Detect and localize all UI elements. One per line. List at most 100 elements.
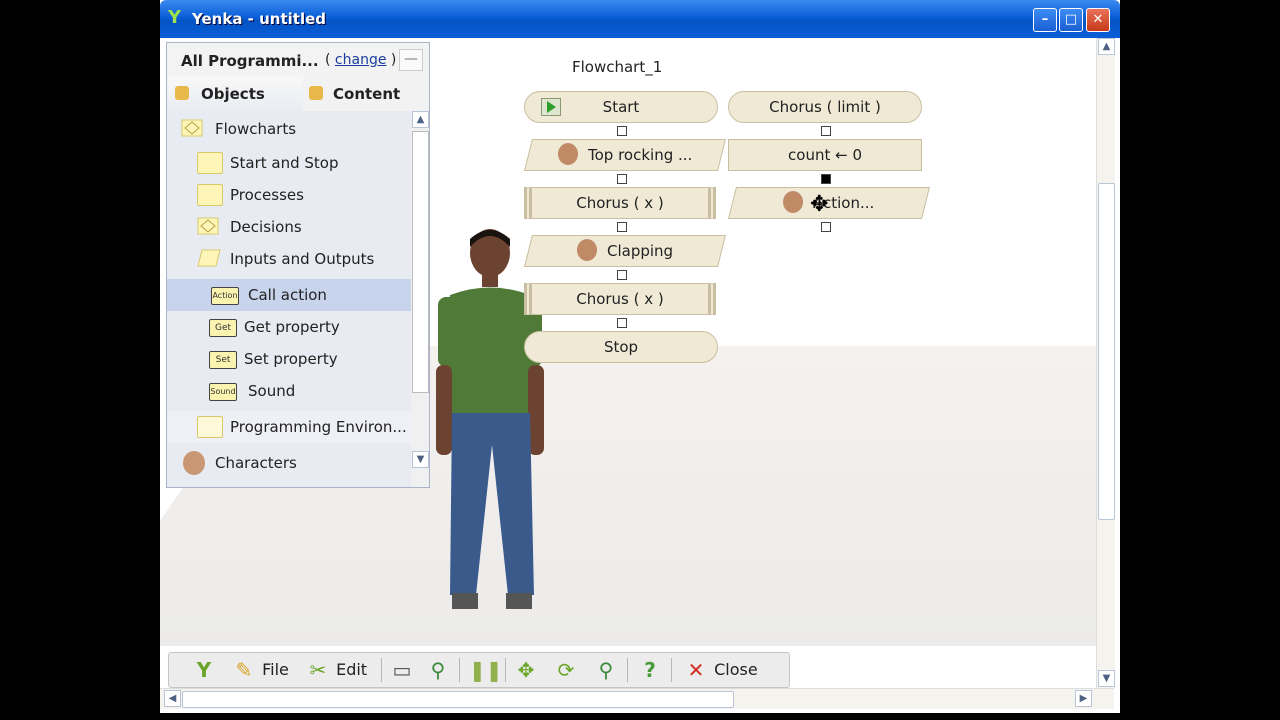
title-bar[interactable]: Y Yenka - untitled – □ ✕ (160, 0, 1120, 38)
flow-node-top-rocking[interactable]: Top rocking ... (524, 139, 726, 171)
change-wrapper: ( change ) (325, 52, 396, 68)
minimize-button[interactable]: – (1033, 8, 1057, 32)
connector[interactable] (617, 318, 627, 328)
tree-label: Start and Stop (230, 154, 339, 172)
tree-item-set-property[interactable]: Set Set property (167, 343, 411, 375)
flow-node-chorus-call-1[interactable]: Chorus ( x ) (524, 187, 716, 219)
tree-label: Processes (230, 186, 304, 204)
help-icon: ? (644, 658, 656, 682)
save-button[interactable]: ▭ (389, 657, 415, 683)
tree-item-processes[interactable]: Processes (167, 179, 411, 211)
help-button[interactable]: ? (637, 657, 663, 683)
toolbar-separator (671, 658, 672, 682)
horizontal-scrollbar[interactable]: ◀ ▶ (160, 688, 1114, 709)
tree-item-inputs-and-outputs[interactable]: Inputs and Outputs (167, 243, 411, 275)
tree-item-start-and-stop[interactable]: Start and Stop (167, 147, 411, 179)
flow-node-start[interactable]: Start (524, 91, 718, 123)
tree-item-characters[interactable]: Characters (167, 447, 411, 479)
sound-tag-icon: Sound (209, 383, 237, 401)
zoom-in-icon: ⚲ (430, 658, 446, 682)
magnifier-icon: ⚲ (598, 658, 614, 682)
zoom-button[interactable]: ⚲ (593, 657, 619, 683)
move-icon: ✥ (517, 658, 535, 682)
tree-label: Flowcharts (215, 120, 297, 138)
tree-label: Inputs and Outputs (230, 250, 375, 268)
tree-scroll-thumb[interactable] (412, 131, 429, 393)
pan-button[interactable]: ✥ (513, 657, 539, 683)
connector[interactable] (617, 270, 627, 280)
tree-item-get-property[interactable]: Get Get property (167, 311, 411, 343)
pencil-icon: ✎ (235, 658, 253, 682)
flowchart-folder-icon (181, 119, 203, 137)
flow-node-chorus-call-2[interactable]: Chorus ( x ) (524, 283, 716, 315)
scissors-icon: ✂ (309, 658, 327, 682)
paren-close: ) (390, 52, 397, 68)
object-tree: Flowcharts Start and Stop Processes Deci… (167, 111, 411, 487)
scroll-down-icon[interactable]: ▼ (1098, 670, 1115, 687)
tree-label: Get property (244, 318, 340, 336)
play-icon[interactable] (541, 98, 561, 116)
maximize-button[interactable]: □ (1059, 8, 1083, 32)
tree-item-decisions[interactable]: Decisions (167, 211, 411, 243)
connector[interactable] (821, 126, 831, 136)
toolbar-separator (381, 658, 382, 682)
tab-label: Content (333, 85, 401, 103)
scroll-up-icon[interactable]: ▲ (412, 111, 429, 128)
lock-icon (309, 86, 323, 100)
edit-button[interactable]: ✂ Edit (305, 657, 367, 683)
flow-node-chorus-limit[interactable]: Chorus ( limit ) (728, 91, 922, 123)
file-label: File (262, 660, 289, 679)
character-face-icon (557, 142, 578, 165)
yenka-menu-button[interactable]: Y (191, 657, 217, 683)
file-button[interactable]: ✎ File (231, 657, 289, 683)
tab-content[interactable]: Content (303, 77, 429, 111)
panel-header: All Programmi... ( change ) — (167, 43, 429, 77)
tree-item-sound[interactable]: Sound Sound (167, 375, 411, 407)
yenka-logo-icon: Y (168, 7, 182, 28)
node-label: Clapping (606, 242, 674, 260)
edit-label: Edit (336, 660, 368, 679)
flow-node-action[interactable]: Action... (728, 187, 930, 219)
tree-item-call-action[interactable]: Action Call action (167, 279, 411, 311)
folder-icon (197, 416, 223, 438)
library-name: All Programmi... (181, 52, 319, 70)
flowchart-title: Flowchart_1 (572, 58, 663, 76)
flow-node-stop[interactable]: Stop (524, 331, 718, 363)
close-button[interactable]: ✕ Close (683, 657, 758, 683)
flow-node-count-assign[interactable]: count ← 0 (728, 139, 922, 171)
set-tag-icon: Set (209, 351, 237, 369)
horizontal-scroll-thumb[interactable] (182, 691, 734, 708)
connector[interactable] (821, 222, 831, 232)
tree-scrollbar[interactable]: ▲ ▼ (411, 111, 429, 487)
tree-item-flowcharts[interactable]: Flowcharts (167, 113, 411, 145)
io-folder-icon (197, 249, 221, 267)
lock-icon (175, 86, 189, 100)
connector[interactable] (617, 174, 627, 184)
scroll-left-icon[interactable]: ◀ (164, 690, 181, 707)
tree-item-programming-environment[interactable]: Programming Environ... (167, 411, 411, 443)
paren-open: ( (325, 52, 331, 68)
panel-minimize-button[interactable]: — (399, 49, 423, 71)
scroll-down-icon[interactable]: ▼ (412, 451, 429, 468)
close-x-icon: ✕ (687, 658, 705, 682)
flow-node-clapping[interactable]: Clapping (524, 235, 726, 267)
yenka-window: Y Yenka - untitled – □ ✕ Flowchart_1 Sta… (160, 0, 1120, 713)
rotate-button[interactable]: ⟳ (553, 657, 579, 683)
change-link[interactable]: change (335, 52, 387, 68)
pause-button[interactable]: ❚❚ (469, 657, 503, 683)
connector-selected[interactable] (821, 174, 831, 184)
toolbar-separator (627, 658, 628, 682)
scroll-up-icon[interactable]: ▲ (1098, 38, 1115, 55)
scroll-right-icon[interactable]: ▶ (1075, 690, 1092, 707)
character-face-icon (783, 190, 804, 213)
connector[interactable] (617, 222, 627, 232)
tree-label: Call action (248, 286, 327, 304)
tree-label: Sound (248, 382, 296, 400)
tab-objects[interactable]: Objects (167, 77, 303, 111)
connector[interactable] (617, 126, 627, 136)
close-window-button[interactable]: ✕ (1086, 8, 1110, 32)
vertical-scroll-thumb[interactable] (1098, 183, 1115, 520)
tree-label: Characters (215, 454, 297, 472)
zoom-in-button[interactable]: ⚲ (425, 657, 451, 683)
vertical-scrollbar[interactable]: ▲ ▼ (1096, 38, 1115, 688)
